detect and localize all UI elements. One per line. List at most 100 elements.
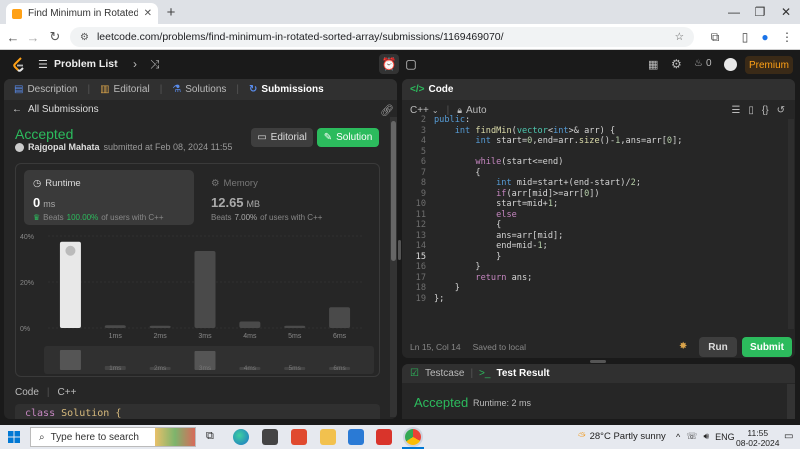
- volume-icon[interactable]: 🔊︎: [704, 431, 710, 442]
- partly-sunny-icon: ⛅︎: [578, 431, 586, 442]
- network-icon[interactable]: ☏: [686, 431, 697, 442]
- left-panel-scrollbar[interactable]: [390, 117, 397, 417]
- taskbar-search[interactable]: ⌕ Type here to search: [30, 427, 196, 447]
- site-info-icon[interactable]: ⚙: [80, 32, 89, 43]
- search-icon: ⌕: [39, 431, 45, 443]
- tray-expand-icon[interactable]: ^: [676, 432, 680, 442]
- tab-editorial[interactable]: ▥ Editorial: [100, 84, 150, 95]
- settings-gear-icon[interactable]: ⚙: [671, 57, 682, 71]
- all-submissions-link[interactable]: ← All Submissions: [12, 104, 99, 115]
- streak-counter[interactable]: ♨ 0: [694, 58, 712, 69]
- share-link-icon[interactable]: 🔗︎: [380, 104, 394, 117]
- tab-test-result[interactable]: Test Result: [496, 368, 549, 379]
- profile-icon[interactable]: ●: [756, 28, 774, 46]
- url-text: leetcode.com/problems/find-minimum-in-ro…: [96, 31, 504, 43]
- memory-card[interactable]: ⚙ Memory 12.65 MB Beats 7.00% of users wi…: [202, 170, 372, 225]
- run-button[interactable]: Run: [699, 337, 737, 357]
- braces-icon[interactable]: {}: [762, 105, 769, 116]
- restore-icon[interactable]: ❐: [750, 2, 770, 22]
- timer-icon[interactable]: ⏰: [379, 54, 399, 74]
- chrome-icon[interactable]: [405, 429, 421, 445]
- extensions-icon[interactable]: ⧉: [706, 28, 724, 46]
- close-tab-icon[interactable]: ✕: [144, 8, 152, 19]
- performance-stats: ◷ Runtime 0 ms ♛ Beats 100.00% of users w…: [15, 163, 380, 377]
- weather-widget[interactable]: ⛅︎ 28°C Partly sunny: [578, 431, 666, 442]
- horizontal-splitter[interactable]: [590, 360, 606, 363]
- chrome-menu-icon[interactable]: ⋮: [778, 28, 796, 46]
- media-icon[interactable]: [376, 429, 392, 445]
- problem-list-icon[interactable]: ☰: [38, 58, 48, 71]
- new-tab-icon[interactable]: +: [163, 4, 179, 21]
- task-view-icon[interactable]: ⧉: [206, 430, 214, 443]
- windows-start-icon[interactable]: [8, 431, 20, 443]
- language-select[interactable]: C++ ⌄: [410, 105, 439, 116]
- scrollbar-thumb[interactable]: [391, 121, 396, 261]
- address-bar-row: ← → ↻ ⚙ leetcode.com/problems/find-minim…: [0, 24, 800, 50]
- store-icon[interactable]: [262, 429, 278, 445]
- memory-number: 12.65: [211, 195, 244, 210]
- test-panel-scrollbar[interactable]: [787, 384, 795, 419]
- checkbox-icon: ☑: [410, 368, 419, 379]
- taskbar-clock[interactable]: 11:55 08-02-2024: [736, 428, 779, 448]
- all-submissions-label: All Submissions: [28, 104, 99, 115]
- tab-testcase[interactable]: Testcase: [425, 368, 464, 379]
- user-avatar[interactable]: [724, 58, 737, 71]
- editorial-button[interactable]: ▭ Editorial: [251, 128, 313, 147]
- mode-label[interactable]: Auto: [466, 105, 487, 116]
- edge-icon[interactable]: [233, 429, 249, 445]
- code-line: {: [434, 220, 502, 230]
- code-area[interactable]: 2 public: 3 int findMin(vector<int>& arr) …: [402, 115, 795, 315]
- bookmark-star-icon[interactable]: ☆: [675, 31, 684, 43]
- chart-x-tick-label: 5ms: [288, 333, 302, 340]
- tab-description[interactable]: ▤ Description: [14, 84, 77, 95]
- reload-icon[interactable]: ↻: [46, 28, 64, 46]
- test-result-panel: ☑ Testcase | >_ Test Result Accepted Run…: [402, 364, 795, 419]
- bookmark-icon[interactable]: ▯: [748, 105, 754, 116]
- mail-icon[interactable]: [348, 429, 364, 445]
- chart-bar: [239, 321, 261, 328]
- runtime-distribution-chart[interactable]: 40% 20% 0% 1ms 2ms 3ms 4ms 5ms 6ms 1ms 2ms 3ms 4ms 5m…: [16, 228, 381, 378]
- prev-problem-icon[interactable]: ‹: [114, 57, 118, 71]
- runtime-card[interactable]: ◷ Runtime 0 ms ♛ Beats 100.00% of users w…: [24, 170, 194, 225]
- minimize-icon[interactable]: —: [724, 2, 744, 22]
- solution-button[interactable]: ✎ Solution: [317, 128, 379, 147]
- debug-icon[interactable]: ✸: [679, 341, 691, 353]
- leetcode-logo-icon[interactable]: [12, 57, 26, 73]
- tab-submissions[interactable]: ↻ Submissions: [249, 84, 324, 95]
- vertical-splitter[interactable]: [398, 240, 401, 260]
- line-number: 16: [415, 262, 426, 272]
- tab-solutions[interactable]: ⚗ Solutions: [172, 84, 226, 95]
- url-bar[interactable]: ⚙ leetcode.com/problems/find-minimum-in-…: [70, 27, 694, 47]
- submit-button[interactable]: Submit: [742, 337, 792, 357]
- input-language[interactable]: ENG: [715, 432, 735, 442]
- reset-icon[interactable]: ↺: [777, 105, 785, 116]
- line-number: 12: [415, 220, 426, 230]
- code-line: end=mid-1;: [434, 241, 548, 251]
- explorer-icon[interactable]: [320, 429, 336, 445]
- code-line: int mid=start+(end-start)/2;: [496, 178, 641, 188]
- chart-overview-label: 2ms: [154, 365, 167, 372]
- premium-button[interactable]: Premium: [745, 56, 793, 74]
- layout-icon[interactable]: ▦: [648, 58, 658, 71]
- browser-tab[interactable]: Find Minimum in Rotated Sorte ✕: [6, 3, 158, 24]
- notes-icon[interactable]: ▢: [401, 54, 421, 74]
- back-icon[interactable]: ←: [4, 28, 22, 46]
- side-panel-icon[interactable]: ▯: [736, 28, 754, 46]
- shuffle-icon[interactable]: ⤨: [150, 57, 160, 72]
- close-window-icon[interactable]: ✕: [776, 2, 796, 22]
- submitter-name[interactable]: Rajgopal Mahata: [28, 142, 100, 152]
- submitted-by: Rajgopal Mahata submitted at Feb 08, 202…: [15, 142, 232, 152]
- code-editor-title: Code: [428, 84, 454, 95]
- leetcode-favicon-icon: [12, 8, 22, 19]
- submitted-at: submitted at Feb 08, 2024 11:55: [103, 142, 233, 152]
- notification-icon[interactable]: ▭: [784, 431, 793, 442]
- next-problem-icon[interactable]: ›: [133, 57, 137, 71]
- runtime-unit: ms: [43, 199, 56, 209]
- memory-beats-suffix: of users with C++: [260, 213, 323, 222]
- forward-icon[interactable]: →: [24, 28, 42, 46]
- problem-list-link[interactable]: Problem List: [54, 58, 118, 70]
- clock-time: 11:55: [747, 428, 769, 438]
- editor-scrollbar[interactable]: [788, 119, 794, 329]
- office-icon[interactable]: [291, 429, 307, 445]
- format-list-icon[interactable]: ☰: [731, 105, 740, 116]
